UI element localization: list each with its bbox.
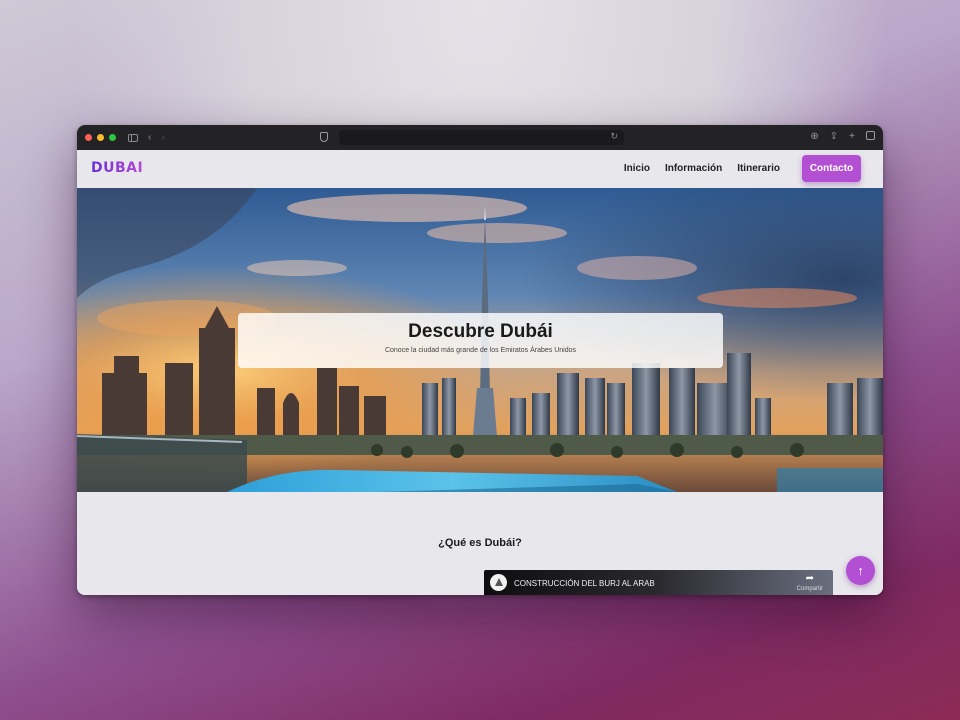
share-icon[interactable]: ⇪ — [830, 131, 838, 143]
reload-icon[interactable]: ↻ — [610, 131, 618, 142]
contact-button[interactable]: Contacto — [802, 155, 861, 182]
maximize-window-button[interactable] — [109, 134, 116, 141]
nav-link-inicio[interactable]: Inicio — [624, 163, 650, 174]
nav-link-itinerario[interactable]: Itinerario — [737, 163, 780, 174]
download-icon[interactable]: ⊕ — [810, 131, 818, 143]
main-content: ¿Qué es Dubái? CONSTRUCCIÓN DEL BURJ AL … — [77, 492, 883, 595]
hero-banner: Descubre Dubái Conoce la ciudad más gran… — [77, 188, 883, 492]
share-label: Compartir — [796, 586, 823, 592]
video-title[interactable]: CONSTRUCCIÓN DEL BURJ AL ARAB — [514, 579, 655, 588]
hero-title: Descubre Dubái — [408, 321, 553, 342]
new-tab-icon[interactable]: + — [849, 131, 855, 143]
browser-toolbar-right: ⊕ ⇪ + — [810, 131, 875, 143]
minimize-window-button[interactable] — [97, 134, 104, 141]
window-controls — [85, 134, 116, 141]
sidebar-toggle-icon[interactable] — [128, 133, 138, 142]
share-arrow-icon: ➦ — [805, 573, 815, 584]
video-embed[interactable]: CONSTRUCCIÓN DEL BURJ AL ARAB ➦ Comparti… — [484, 570, 833, 595]
close-window-button[interactable] — [85, 134, 92, 141]
hero-card: Descubre Dubái Conoce la ciudad más gran… — [238, 313, 723, 368]
address-bar[interactable]: ↻ — [339, 130, 624, 145]
scroll-to-top-button[interactable]: ↑ — [846, 556, 875, 585]
tab-overview-icon[interactable] — [866, 131, 875, 140]
nav-links: Inicio Información Itinerario — [624, 163, 780, 174]
privacy-shield-icon[interactable] — [320, 132, 328, 142]
video-share-button[interactable]: ➦ Compartir — [796, 573, 823, 593]
back-icon[interactable]: ‹ — [148, 132, 151, 143]
site-logo[interactable]: DUBAI — [91, 160, 143, 176]
channel-avatar-icon[interactable] — [490, 574, 507, 591]
hero-subtitle: Conoce la ciudad más grande de los Emira… — [384, 347, 577, 354]
nav-link-informacion[interactable]: Información — [665, 163, 722, 174]
site-navbar: DUBAI Inicio Información Itinerario Cont… — [77, 150, 883, 188]
forward-icon[interactable]: › — [161, 132, 164, 143]
browser-titlebar: ‹ › ↻ ⊕ ⇪ + — [77, 125, 883, 150]
browser-window: ‹ › ↻ ⊕ ⇪ + DUBAI Inicio Información Iti… — [77, 125, 883, 595]
section-title: ¿Qué es Dubái? — [438, 537, 522, 549]
